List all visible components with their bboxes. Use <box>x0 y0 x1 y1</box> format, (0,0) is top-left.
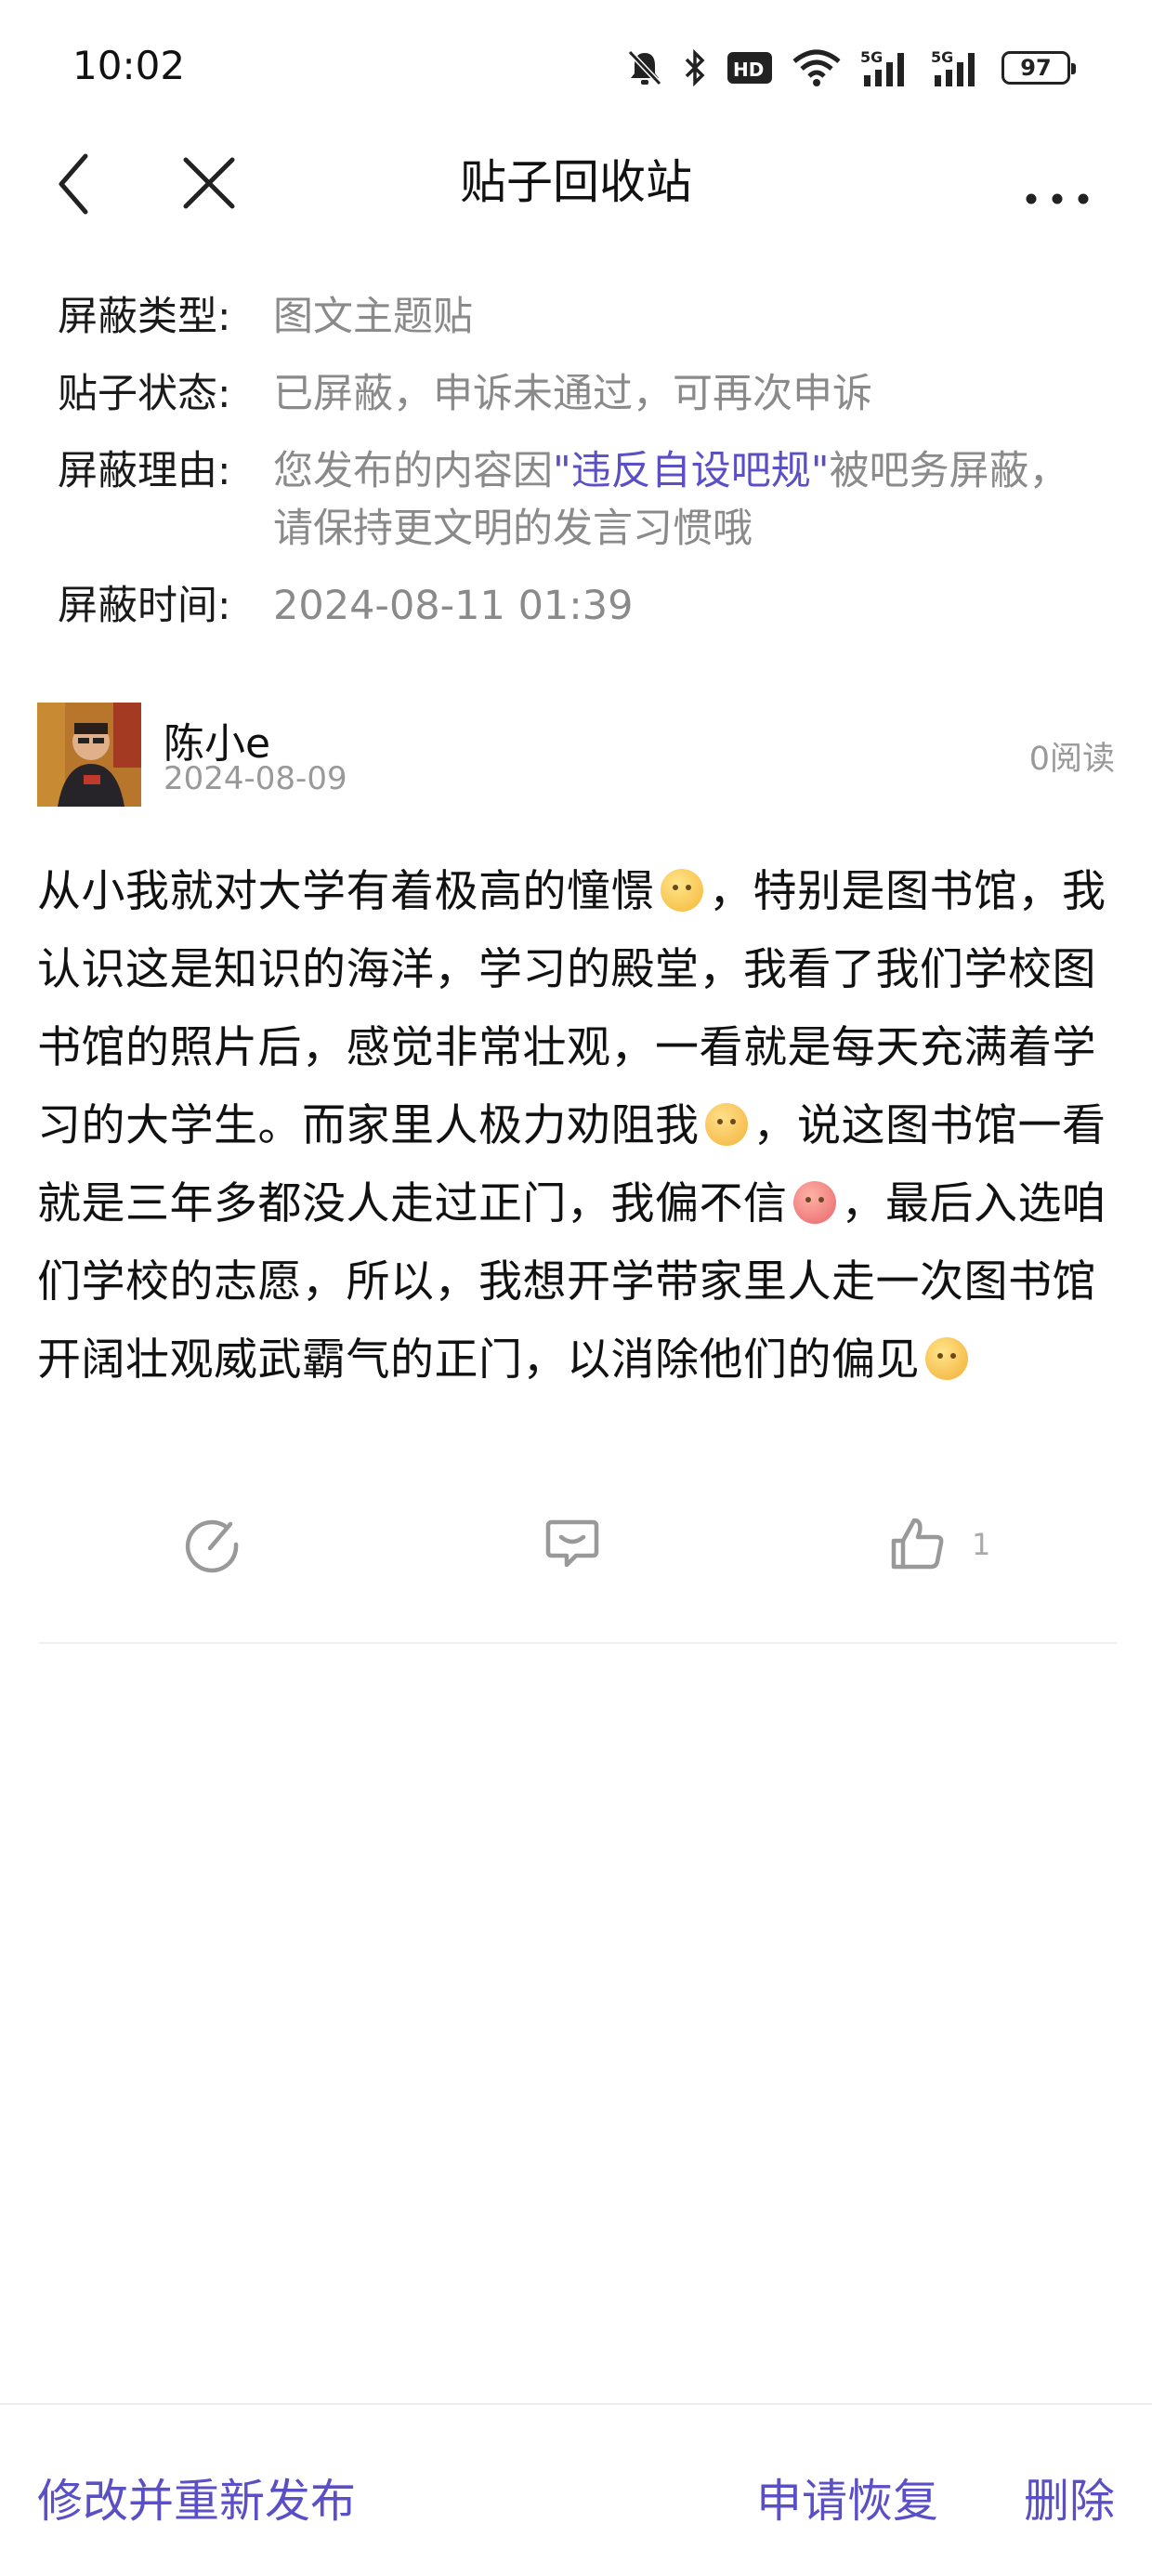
post-text: 从小我就对大学有着极高的憧憬 <box>37 866 655 917</box>
more-icon[interactable] <box>1020 156 1094 212</box>
battery-icon: 97 <box>1001 51 1076 85</box>
bottom-action-bar: 修改并重新发布 申请恢复 删除 <box>0 2403 1152 2576</box>
mute-bell-icon <box>627 49 662 86</box>
forum-rule-link[interactable]: "违反自设吧规" <box>553 448 830 494</box>
nav-bar: 贴子回收站 <box>0 130 1152 269</box>
post-status-label: 贴子状态: <box>58 371 231 417</box>
edit-republish-button[interactable]: 修改并重新发布 <box>37 2464 356 2530</box>
status-bar: 10:02 HD 5G 5G 97 <box>0 0 1152 139</box>
block-time-label: 屏蔽时间: <box>58 583 231 629</box>
block-type-value: 图文主题贴 <box>273 294 473 340</box>
svg-text:5G: 5G <box>931 48 953 66</box>
post-status-row: 贴子状态: 已屏蔽，申诉未通过，可再次申诉 <box>58 365 1107 423</box>
block-reason-value: 您发布的内容因"违反自设吧规"被吧务屏蔽，请保持更文明的发言习惯哦 <box>273 442 1107 558</box>
svg-text:HD: HD <box>733 59 764 81</box>
page-title: 贴子回收站 <box>460 155 692 209</box>
block-reason-row: 屏蔽理由: 您发布的内容因"违反自设吧规"被吧务屏蔽，请保持更文明的发言习惯哦 <box>58 442 1107 558</box>
share-button[interactable] <box>182 1515 242 1574</box>
status-icons: HD 5G 5G 97 <box>626 45 1076 91</box>
post-actions: 1 <box>0 1515 1152 1598</box>
wifi-icon <box>792 49 841 86</box>
signal-5g-icon: 5G <box>860 48 904 86</box>
read-count: 0阅读 <box>1028 741 1115 778</box>
angry-emoji <box>792 1181 836 1224</box>
comment-button[interactable] <box>543 1515 602 1574</box>
delete-button[interactable]: 删除 <box>1024 2464 1115 2530</box>
request-restore-button[interactable]: 申请恢复 <box>756 2464 938 2530</box>
bluetooth-icon <box>685 48 705 87</box>
divider <box>39 1642 1117 1644</box>
thinking-emoji <box>925 1337 968 1380</box>
block-type-label: 屏蔽类型: <box>58 294 231 340</box>
hd-icon: HD <box>727 52 772 84</box>
avatar[interactable] <box>37 703 141 807</box>
block-info: 屏蔽类型: 图文主题贴 贴子状态: 已屏蔽，申诉未通过，可再次申诉 屏蔽理由: … <box>58 288 1107 654</box>
block-reason-label: 屏蔽理由: <box>58 448 231 494</box>
reason-prefix: 您发布的内容因 <box>273 448 553 494</box>
post-author: 陈小e 2024-08-09 0阅读 <box>37 703 1115 809</box>
post-date: 2024-08-09 <box>164 760 347 797</box>
block-time-row: 屏蔽时间: 2024-08-11 01:39 <box>58 577 1107 635</box>
hug-emoji <box>661 869 703 912</box>
block-type-row: 屏蔽类型: 图文主题贴 <box>58 288 1107 346</box>
comment-icon <box>545 1519 599 1568</box>
post-content: 从小我就对大学有着极高的憧憬 ，特别是图书馆，我认识这是知识的海洋，学习的殿堂，我… <box>37 853 1119 1400</box>
post-status-value: 已屏蔽，申诉未通过，可再次申诉 <box>273 371 872 417</box>
signal-5g-icon: 5G <box>931 48 975 86</box>
share-icon <box>185 1519 239 1573</box>
thumbs-up-icon <box>891 1518 944 1570</box>
svg-text:5G: 5G <box>860 48 883 66</box>
unamused-emoji <box>704 1103 748 1146</box>
like-button[interactable]: 1 <box>888 1515 990 1574</box>
block-time-value: 2024-08-11 01:39 <box>273 583 634 629</box>
status-time: 10:02 <box>72 43 186 88</box>
like-count: 1 <box>972 1527 991 1562</box>
battery-level: 97 <box>1020 55 1052 81</box>
